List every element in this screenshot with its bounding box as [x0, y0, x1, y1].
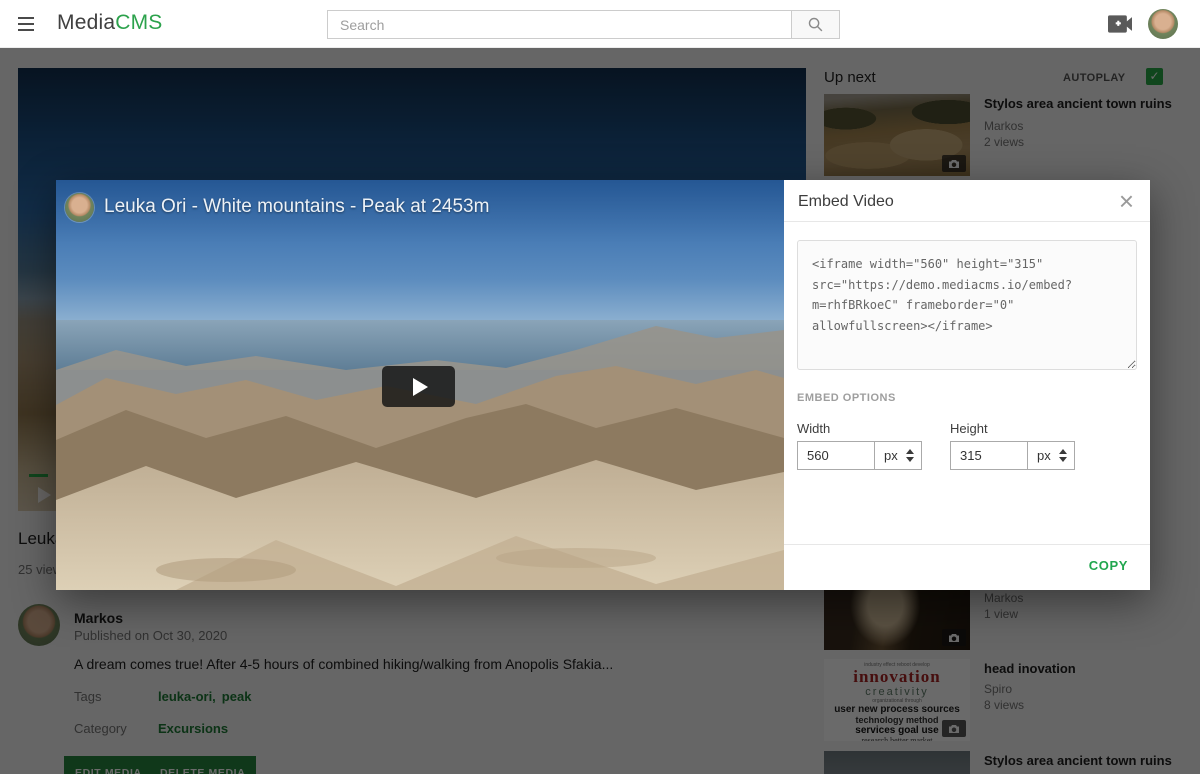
modal-title: Embed Video	[798, 193, 894, 211]
play-button[interactable]	[382, 366, 455, 407]
menu-icon[interactable]	[18, 17, 34, 31]
search-input[interactable]	[327, 10, 791, 39]
copy-button[interactable]: COPY	[1089, 558, 1128, 573]
upload-media-icon[interactable]	[1106, 12, 1134, 36]
width-unit-value: px	[884, 448, 898, 463]
preview-video-title: Leuka Ori - White mountains - Peak at 24…	[104, 196, 489, 218]
width-input[interactable]	[797, 441, 875, 470]
magnifier-icon	[807, 16, 824, 33]
height-label: Height	[950, 421, 988, 436]
height-unit-select[interactable]: px	[1027, 441, 1075, 470]
logo-cms: CMS	[115, 11, 162, 34]
embed-video-modal: Embed Video × <iframe width="560" height…	[784, 180, 1150, 590]
embed-video-popup: Leuka Ori - White mountains - Peak at 24…	[56, 180, 1150, 590]
close-icon[interactable]: ×	[1115, 186, 1138, 216]
width-unit-select[interactable]: px	[874, 441, 922, 470]
embed-preview-player[interactable]: Leuka Ori - White mountains - Peak at 24…	[56, 180, 784, 590]
search-button[interactable]	[791, 10, 840, 39]
logo[interactable]: MediaCMS	[57, 11, 162, 35]
embed-options-heading: EMBED OPTIONS	[797, 392, 896, 404]
height-unit-value: px	[1037, 448, 1051, 463]
preview-author-avatar[interactable]	[65, 193, 94, 222]
page: Leuka Ori - White mountains - Peak at 24…	[0, 0, 1200, 774]
divider	[784, 221, 1150, 222]
spinner-arrows-icon[interactable]	[906, 449, 914, 462]
user-avatar[interactable]	[1148, 9, 1178, 39]
top-bar: MediaCMS	[0, 0, 1200, 48]
spinner-arrows-icon[interactable]	[1059, 449, 1067, 462]
play-icon	[413, 378, 428, 396]
embed-code-textarea[interactable]: <iframe width="560" height="315" src="ht…	[797, 240, 1137, 370]
divider	[784, 544, 1150, 545]
width-label: Width	[797, 421, 830, 436]
height-input[interactable]	[950, 441, 1028, 470]
logo-media: Media	[57, 11, 115, 34]
